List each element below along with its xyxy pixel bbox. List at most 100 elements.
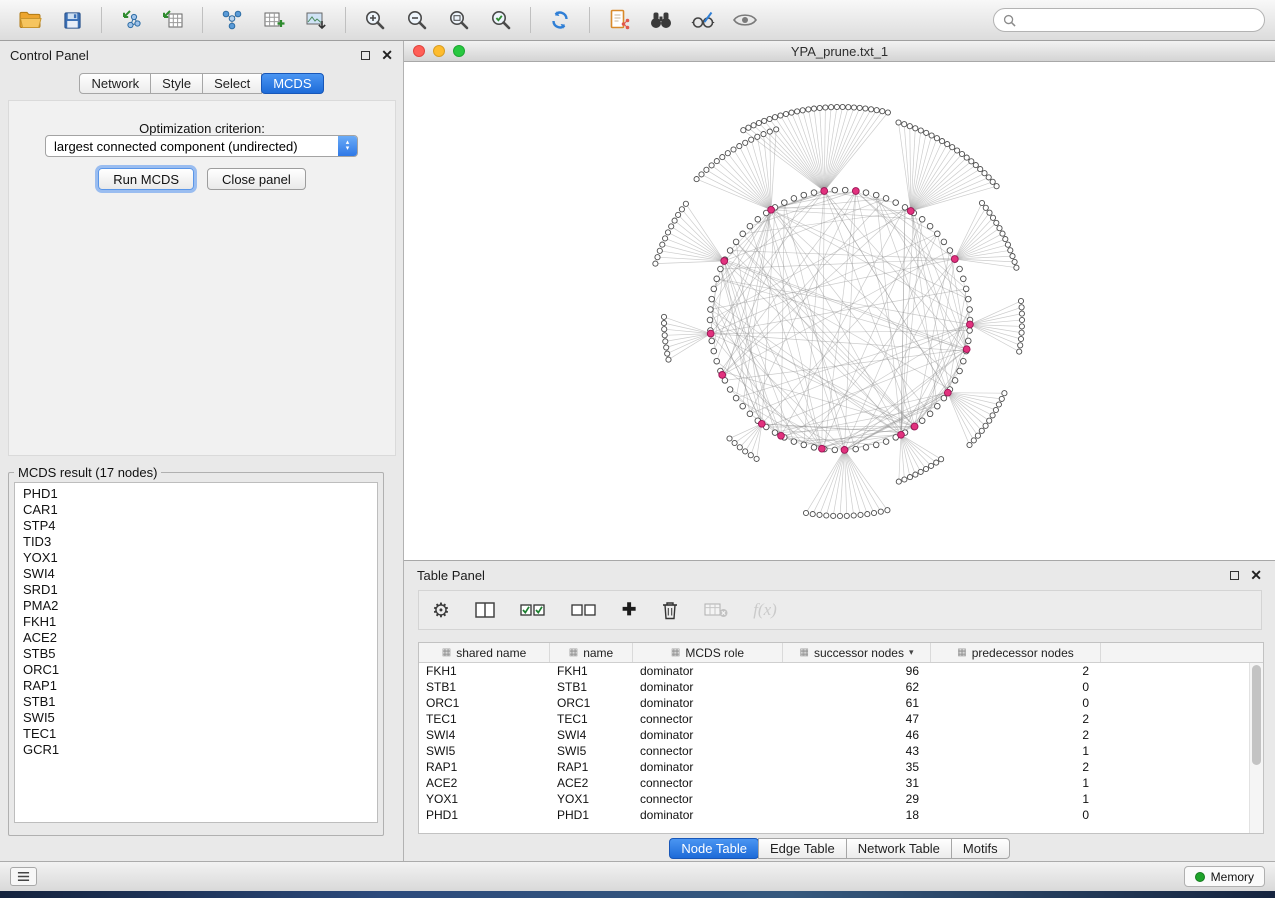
select-all-rows-button[interactable] bbox=[520, 603, 546, 618]
mcds-result-group: MCDS result (17 nodes) PHD1CAR1STP4TID3Y… bbox=[8, 465, 384, 836]
column-header-name[interactable]: ▦name bbox=[550, 643, 633, 662]
table-row[interactable]: YOX1YOX1connector291 bbox=[419, 791, 1263, 807]
tab-mcds[interactable]: MCDS bbox=[261, 73, 323, 94]
result-item[interactable]: STB5 bbox=[15, 646, 377, 662]
refresh-icon bbox=[548, 8, 572, 32]
tab-motifs[interactable]: Motifs bbox=[951, 838, 1010, 859]
table-row[interactable]: RAP1RAP1dominator352 bbox=[419, 759, 1263, 775]
column-header-shared-name[interactable]: ▦shared name bbox=[419, 643, 550, 662]
result-item[interactable]: TEC1 bbox=[15, 726, 377, 742]
first-neighbors-button[interactable] bbox=[641, 4, 681, 36]
show-all-button[interactable] bbox=[725, 4, 765, 36]
table-cell: PHD1 bbox=[550, 807, 633, 823]
result-item[interactable]: PHD1 bbox=[15, 486, 377, 502]
hide-selected-button[interactable] bbox=[683, 4, 723, 36]
table-cell: 0 bbox=[931, 679, 1101, 695]
network-canvas[interactable] bbox=[404, 62, 1275, 560]
search-box bbox=[993, 8, 1265, 32]
result-item[interactable]: ORC1 bbox=[15, 662, 377, 678]
memory-button[interactable]: Memory bbox=[1184, 866, 1265, 887]
save-icon bbox=[62, 10, 83, 31]
tab-edge-table[interactable]: Edge Table bbox=[758, 838, 847, 859]
table-row[interactable]: STB1STB1dominator620 bbox=[419, 679, 1263, 695]
table-cell: 2 bbox=[931, 711, 1101, 727]
export-image-button[interactable] bbox=[296, 4, 336, 36]
close-table-panel-button[interactable]: ✕ bbox=[1250, 570, 1262, 580]
result-item[interactable]: CAR1 bbox=[15, 502, 377, 518]
add-column-button[interactable]: ✚ bbox=[622, 600, 636, 620]
glasses-icon bbox=[690, 9, 716, 31]
tab-node-table[interactable]: Node Table bbox=[669, 838, 759, 859]
column-header-mcds-role[interactable]: ▦MCDS role bbox=[633, 643, 783, 662]
tab-style[interactable]: Style bbox=[150, 73, 203, 94]
result-item[interactable]: SWI4 bbox=[15, 566, 377, 582]
table-panel-header: Table Panel ✕ bbox=[404, 561, 1275, 589]
table-icon bbox=[262, 8, 286, 32]
result-item[interactable]: FKH1 bbox=[15, 614, 377, 630]
result-item[interactable]: YOX1 bbox=[15, 550, 377, 566]
network-window-titlebar: YPA_prune.txt_1 bbox=[404, 41, 1275, 62]
save-session-button[interactable] bbox=[52, 4, 92, 36]
function-builder-button[interactable]: f(x) bbox=[753, 600, 777, 620]
table-row[interactable]: FKH1FKH1dominator962 bbox=[419, 663, 1263, 679]
network-window: YPA_prune.txt_1 bbox=[404, 41, 1275, 560]
result-item[interactable]: SRD1 bbox=[15, 582, 377, 598]
table-scrollbar[interactable] bbox=[1249, 663, 1263, 833]
export-network-button[interactable] bbox=[599, 4, 639, 36]
optimization-select[interactable]: largest connected component (undirected)… bbox=[45, 135, 358, 157]
run-mcds-button[interactable]: Run MCDS bbox=[98, 168, 194, 190]
zoom-in-button[interactable] bbox=[355, 4, 395, 36]
table-row[interactable]: PHD1PHD1dominator180 bbox=[419, 807, 1263, 823]
network-graph[interactable] bbox=[404, 62, 1275, 560]
table-cell: TEC1 bbox=[550, 711, 633, 727]
import-table-button[interactable] bbox=[153, 4, 193, 36]
table-cell: SWI5 bbox=[550, 743, 633, 759]
document-share-icon bbox=[608, 8, 631, 32]
rename-column-button[interactable] bbox=[704, 602, 728, 618]
float-panel-button[interactable] bbox=[361, 51, 370, 60]
table-panel: Table Panel ✕ ⚙ ✚ f(x) bbox=[404, 560, 1275, 861]
grid-icon: ▦ bbox=[799, 647, 808, 658]
result-item[interactable]: GCR1 bbox=[15, 742, 377, 758]
table-settings-button[interactable]: ⚙ bbox=[432, 598, 450, 623]
memory-status-icon bbox=[1195, 872, 1205, 882]
result-item[interactable]: TID3 bbox=[15, 534, 377, 550]
new-table-button[interactable] bbox=[254, 4, 294, 36]
import-network-button[interactable] bbox=[111, 4, 151, 36]
table-cell: 46 bbox=[783, 727, 931, 743]
deselect-all-rows-button[interactable] bbox=[571, 603, 597, 618]
table-scrollbar-thumb[interactable] bbox=[1252, 665, 1261, 765]
show-panels-button[interactable] bbox=[10, 867, 37, 886]
result-item[interactable]: STP4 bbox=[15, 518, 377, 534]
delete-column-button[interactable] bbox=[661, 600, 679, 620]
result-item[interactable]: RAP1 bbox=[15, 678, 377, 694]
search-input[interactable] bbox=[1022, 12, 1255, 29]
column-visibility-button[interactable] bbox=[475, 601, 495, 619]
float-table-panel-button[interactable] bbox=[1230, 571, 1239, 580]
table-row[interactable]: ACE2ACE2connector311 bbox=[419, 775, 1263, 791]
column-header-predecessor-nodes[interactable]: ▦predecessor nodes bbox=[931, 643, 1101, 662]
zoom-fit-button[interactable] bbox=[439, 4, 479, 36]
close-panel-button-mcds[interactable]: Close panel bbox=[207, 168, 306, 190]
new-network-button[interactable] bbox=[212, 4, 252, 36]
result-item[interactable]: STB1 bbox=[15, 694, 377, 710]
table-row[interactable]: ORC1ORC1dominator610 bbox=[419, 695, 1263, 711]
result-item[interactable]: PMA2 bbox=[15, 598, 377, 614]
zoom-selected-button[interactable] bbox=[481, 4, 521, 36]
grid-icon: ▦ bbox=[569, 647, 578, 658]
tab-network-table[interactable]: Network Table bbox=[846, 838, 952, 859]
open-session-button[interactable] bbox=[10, 4, 50, 36]
tab-select[interactable]: Select bbox=[202, 73, 262, 94]
result-item[interactable]: ACE2 bbox=[15, 630, 377, 646]
apply-layout-button[interactable] bbox=[540, 4, 580, 36]
zoom-out-button[interactable] bbox=[397, 4, 437, 36]
table-cell: TEC1 bbox=[419, 711, 550, 727]
close-panel-button[interactable]: ✕ bbox=[381, 50, 393, 60]
tab-network[interactable]: Network bbox=[79, 73, 151, 94]
column-header-successor-nodes[interactable]: ▦successor nodes▾ bbox=[783, 643, 931, 662]
table-row[interactable]: TEC1TEC1connector472 bbox=[419, 711, 1263, 727]
result-item[interactable]: SWI5 bbox=[15, 710, 377, 726]
table-row[interactable]: SWI4SWI4dominator462 bbox=[419, 727, 1263, 743]
memory-label: Memory bbox=[1211, 870, 1254, 884]
table-row[interactable]: SWI5SWI5connector431 bbox=[419, 743, 1263, 759]
